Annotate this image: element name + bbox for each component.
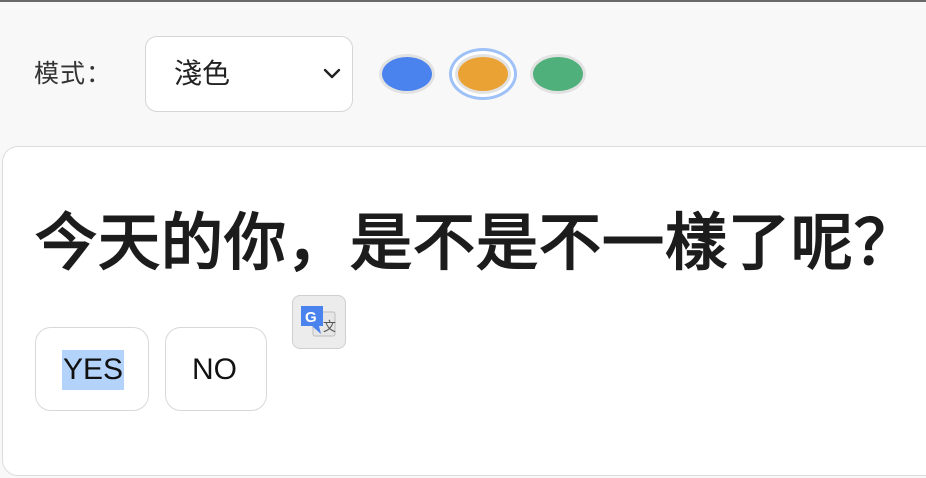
page: 模式： 淺色 今天的你，是不是不一樣了呢？ YES NO 文 G xyxy=(0,0,926,478)
no-button-label: NO xyxy=(192,353,237,386)
svg-text:文: 文 xyxy=(323,320,336,335)
mode-label: 模式： xyxy=(34,59,113,88)
color-swatch-orange[interactable] xyxy=(455,54,511,94)
no-button[interactable]: NO xyxy=(165,327,267,411)
question-heading: 今天的你，是不是不一樣了呢？ xyxy=(35,206,918,279)
mode-select-value: 淺色 xyxy=(174,57,231,90)
mode-select[interactable]: 淺色 xyxy=(145,36,353,112)
chevron-down-icon xyxy=(323,68,341,79)
google-translate-icon: 文 G xyxy=(301,306,336,337)
yes-button-label: YES xyxy=(62,350,125,390)
color-swatch-blue[interactable] xyxy=(379,54,435,94)
yes-button[interactable]: YES xyxy=(35,327,149,411)
color-swatch-green[interactable] xyxy=(530,54,586,94)
question-card: 今天的你，是不是不一樣了呢？ YES NO 文 G xyxy=(2,146,926,476)
svg-text:G: G xyxy=(305,309,317,326)
translate-button[interactable]: 文 G xyxy=(292,295,346,349)
toolbar: 模式： 淺色 xyxy=(0,2,926,147)
